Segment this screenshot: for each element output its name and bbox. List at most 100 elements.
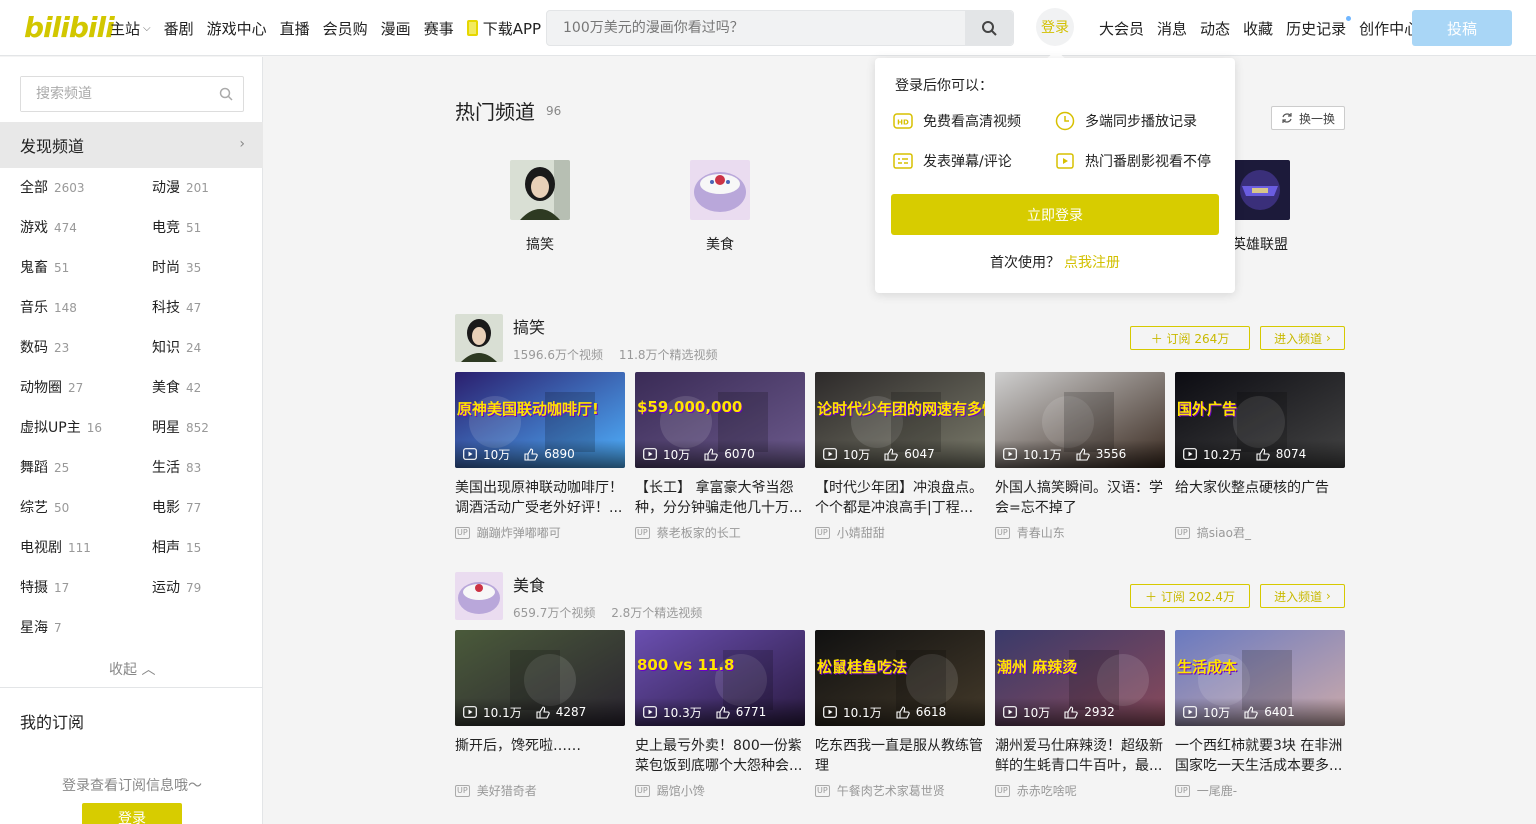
category-item[interactable]: 虚拟UP主 16 [20, 417, 102, 437]
nav-manga[interactable]: 漫画 [381, 18, 411, 39]
channel-section-title[interactable]: 搞笑 [513, 314, 545, 338]
video-title[interactable]: 撕开后，馋死啦…… [455, 736, 625, 776]
category-item[interactable]: 电竞 51 [152, 217, 201, 237]
refresh-button[interactable]: 换一换 [1271, 106, 1345, 130]
upload-button[interactable]: 投稿 [1412, 10, 1512, 46]
video-card[interactable]: 潮州 麻辣烫 10万 2932 潮州爱马仕麻辣烫！超级新鲜的生蚝青口牛百叶，最... U… [995, 630, 1165, 799]
video-title[interactable]: 史上最亏外卖！800一份紫菜包饭到底哪个大怨种会... [635, 736, 805, 776]
bilibili-logo[interactable]: bilibili [24, 12, 115, 44]
category-item[interactable]: 音乐 148 [20, 297, 77, 317]
uploader[interactable]: UP 搞siao君_ [1175, 524, 1345, 541]
discover-channels[interactable]: 发现频道 › [0, 122, 263, 168]
category-item[interactable]: 数码 23 [20, 337, 69, 357]
nav-esports[interactable]: 赛事 [424, 18, 454, 39]
category-item[interactable]: 美食 42 [152, 377, 201, 397]
hot-channel-item[interactable]: 美食 [670, 160, 770, 254]
collapse-button[interactable]: 收起 ︿ [109, 659, 155, 679]
category-item[interactable]: 相声 15 [152, 537, 201, 557]
channel-section-title[interactable]: 美食 [513, 572, 545, 596]
nav-game-center[interactable]: 游戏中心 [207, 18, 267, 39]
hot-channel-item[interactable]: 搞笑 [490, 160, 590, 254]
category-item[interactable]: 游戏 474 [20, 217, 77, 237]
enter-channel-button[interactable]: 进入频道 › [1260, 326, 1345, 350]
uploader[interactable]: UP 蔡老板家的长工 [635, 524, 805, 541]
category-item[interactable]: 特摄 17 [20, 577, 69, 597]
video-cover[interactable]: $59,000,000 10万 6070 [635, 372, 805, 468]
nav-main-site[interactable]: 主站 ⌵ [110, 18, 151, 39]
category-item[interactable]: 电影 77 [152, 497, 201, 517]
subscribe-button[interactable]: ＋ 订阅 202.4万 [1130, 584, 1250, 608]
nav-dynamics[interactable]: 动态 [1200, 18, 1230, 39]
video-card[interactable]: 原神美国联动咖啡厅! 10万 6890 美国出现原神联动咖啡厅！调酒活动广受老外好评！… [455, 372, 625, 541]
category-item[interactable]: 电视剧 111 [20, 537, 91, 557]
video-cover[interactable]: 潮州 麻辣烫 10万 2932 [995, 630, 1165, 726]
video-cover[interactable]: 800 vs 11.8 10.3万 6771 [635, 630, 805, 726]
video-title[interactable]: 美国出现原神联动咖啡厅！调酒活动广受老外好评！... [455, 478, 625, 518]
nav-creator-center[interactable]: 创作中心 [1359, 18, 1419, 39]
category-item[interactable]: 综艺 50 [20, 497, 69, 517]
channel-avatar[interactable] [455, 314, 503, 362]
sidebar-login-button[interactable]: 登录 [82, 803, 182, 824]
video-title[interactable]: 【长工】 拿富豪大爷当怨种，分分钟骗走他几十万... [635, 478, 805, 518]
uploader[interactable]: UP 一尾鹿- [1175, 782, 1345, 799]
video-card[interactable]: 生活成本 10万 6401 一个西红柿就要3块 在非洲国家吃一天生活成本要多... UP… [1175, 630, 1345, 799]
channel-search-input[interactable] [21, 77, 211, 111]
video-cover[interactable]: 生活成本 10万 6401 [1175, 630, 1345, 726]
nav-live[interactable]: 直播 [280, 18, 310, 39]
video-title[interactable]: 吃东西我一直是服从教练管理 [815, 736, 985, 776]
nav-history[interactable]: 历史记录 [1286, 15, 1352, 39]
video-title[interactable]: 给大家伙整点硬核的广告 [1175, 478, 1345, 518]
video-cover[interactable]: 国外广告 10.2万 8074 [1175, 372, 1345, 468]
video-card[interactable]: 论时代少年团的网速有多快 10万 6047 【时代少年团】冲浪盘点。个个都是冲浪高手|… [815, 372, 985, 541]
video-cover[interactable]: 10.1万 3556 [995, 372, 1165, 468]
channel-avatar[interactable] [455, 572, 503, 620]
category-item[interactable]: 运动 79 [152, 577, 201, 597]
video-cover[interactable]: 松鼠桂鱼吃法 10.1万 6618 [815, 630, 985, 726]
video-title[interactable]: 【时代少年团】冲浪盘点。个个都是冲浪高手|丁程... [815, 478, 985, 518]
category-item[interactable]: 星海 7 [20, 617, 62, 637]
category-item[interactable]: 知识 24 [152, 337, 201, 357]
register-link[interactable]: 点我注册 [1064, 255, 1120, 271]
uploader[interactable]: UP 午餐肉艺术家葛世贤 [815, 782, 985, 799]
video-card[interactable]: 800 vs 11.8 10.3万 6771 史上最亏外卖！800一份紫菜包饭到底哪个… [635, 630, 805, 799]
uploader[interactable]: UP 青春山东 [995, 524, 1165, 541]
nav-mall[interactable]: 会员购 [323, 18, 368, 39]
nav-vip[interactable]: 大会员 [1099, 18, 1144, 39]
video-card[interactable]: 10.1万 3556 外国人搞笑瞬间。汉语：学会=忘不掉了 UP 青春山东 [995, 372, 1165, 541]
category-item[interactable]: 明星 852 [152, 417, 209, 437]
category-item[interactable]: 时尚 35 [152, 257, 201, 277]
nav-download-app[interactable]: 下载APP [466, 18, 541, 39]
uploader[interactable]: UP 踢馆小馋 [635, 782, 805, 799]
video-title[interactable]: 一个西红柿就要3块 在非洲国家吃一天生活成本要多... [1175, 736, 1345, 776]
video-card[interactable]: 10.1万 4287 撕开后，馋死啦…… UP 美好猎奇者 [455, 630, 625, 799]
search-icon[interactable] [219, 87, 233, 101]
category-item[interactable]: 鬼畜 51 [20, 257, 69, 277]
video-card[interactable]: 松鼠桂鱼吃法 10.1万 6618 吃东西我一直是服从教练管理 UP 午餐肉艺术家葛世贤 [815, 630, 985, 799]
video-title[interactable]: 潮州爱马仕麻辣烫！超级新鲜的生蚝青口牛百叶，最... [995, 736, 1165, 776]
video-cover[interactable]: 原神美国联动咖啡厅! 10万 6890 [455, 372, 625, 468]
uploader[interactable]: UP 小婧甜甜 [815, 524, 985, 541]
category-item[interactable]: 动漫 201 [152, 177, 209, 197]
popup-login-button[interactable]: 立即登录 [891, 194, 1219, 235]
video-cover[interactable]: 论时代少年团的网速有多快 10万 6047 [815, 372, 985, 468]
category-item[interactable]: 动物圈 27 [20, 377, 83, 397]
category-item[interactable]: 全部 2603 [20, 177, 85, 197]
category-item[interactable]: 科技 47 [152, 297, 201, 317]
nav-messages[interactable]: 消息 [1157, 18, 1187, 39]
enter-channel-button[interactable]: 进入频道 › [1260, 584, 1345, 608]
login-avatar-button[interactable]: 登录 [1036, 8, 1074, 46]
search-button[interactable] [965, 11, 1013, 45]
category-item[interactable]: 生活 83 [152, 457, 201, 477]
nav-favorites[interactable]: 收藏 [1243, 18, 1273, 39]
nav-bangumi[interactable]: 番剧 [164, 18, 194, 39]
subscribe-button[interactable]: ＋ 订阅 264万 [1130, 326, 1250, 350]
category-item[interactable]: 舞蹈 25 [20, 457, 69, 477]
video-card[interactable]: $59,000,000 10万 6070 【长工】 拿富豪大爷当怨种，分分钟骗走他几十… [635, 372, 805, 541]
uploader[interactable]: UP 美好猎奇者 [455, 782, 625, 799]
video-title[interactable]: 外国人搞笑瞬间。汉语：学会=忘不掉了 [995, 478, 1165, 518]
video-cover[interactable]: 10.1万 4287 [455, 630, 625, 726]
search-input[interactable] [547, 11, 967, 45]
video-card[interactable]: 国外广告 10.2万 8074 给大家伙整点硬核的广告 UP 搞siao君_ [1175, 372, 1345, 541]
uploader[interactable]: UP 赤赤吃啥呢 [995, 782, 1165, 799]
uploader[interactable]: UP 蹦蹦炸弹嘟嘟可 [455, 524, 625, 541]
